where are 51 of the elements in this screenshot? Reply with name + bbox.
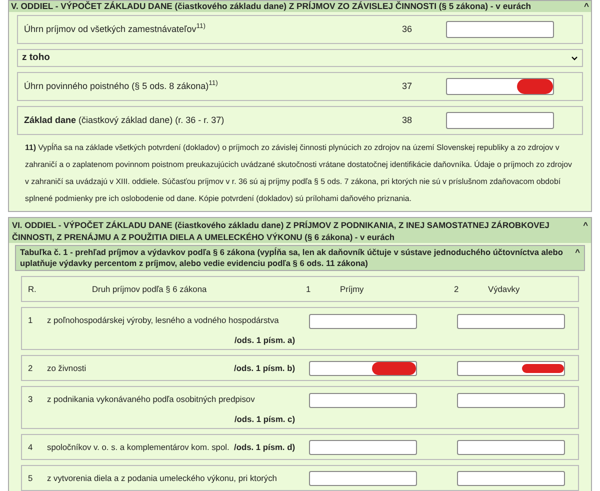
input-field[interactable]: [457, 440, 565, 454]
collapse-icon[interactable]: ^: [583, 219, 588, 231]
row-label: Základ dane (čiastkový základ dane) (r. 36 - r. 37): [24, 114, 226, 127]
collapse-icon[interactable]: ^: [584, 1, 589, 12]
row-label: z vytvorenia diela a z podania umeleckého výkonu, pri ktorých: [47, 472, 278, 484]
input-field[interactable]: [309, 314, 417, 329]
input-field[interactable]: [457, 470, 565, 486]
column-header: R.: [28, 282, 38, 296]
column-header: 2: [454, 282, 460, 296]
column-header: Výdavky: [488, 282, 520, 296]
input-field[interactable]: [457, 314, 565, 329]
chevron-icon: [571, 56, 578, 60]
subgroup-header[interactable]: z toho: [17, 49, 583, 67]
row-number: 36: [402, 22, 414, 36]
subgroup-label: z toho: [22, 50, 51, 65]
collapse-icon[interactable]: ^: [575, 247, 580, 258]
row-label: zo živnosti: [47, 362, 88, 374]
row-number: 5: [28, 472, 34, 484]
input-field[interactable]: [446, 112, 554, 129]
redaction-mark: [517, 79, 553, 94]
paragraph-reference: /ods. 1 písm. d): [234, 440, 295, 454]
row-number: 1: [28, 314, 34, 327]
input-field[interactable]: [446, 78, 554, 95]
redaction-mark: [522, 364, 564, 372]
input-field[interactable]: [446, 21, 554, 38]
row-number: 37: [402, 80, 414, 93]
table-title: Tabuľka č. 1 - prehľad príjmov a výdavkov podľa § 6 zákona (vypĺňa sa, len ak daňovník účtuje v sústave jednoduchého účtovníctva alebo uplatňuje výdavky percentom z príjmov, alebo vedie evidenciu podľa § 6 ods. 11 zákona): [20, 247, 564, 269]
row-number: 3: [28, 393, 34, 406]
column-header: 1: [306, 282, 312, 296]
input-field[interactable]: [309, 470, 417, 486]
column-header: Druh príjmov podľa § 6 zákona: [92, 282, 208, 296]
input-field[interactable]: [309, 440, 417, 454]
row-label: spoločníkov v. o. s. a komplementárov kom. spol.: [47, 440, 230, 454]
input-field[interactable]: [309, 360, 417, 376]
paragraph-reference: /ods. 1 písm. b): [234, 362, 295, 374]
row-label: z poľnohospodárskej výroby, lesného a vodného hospodárstva: [47, 314, 280, 327]
row-number: 4: [28, 440, 34, 454]
input-field[interactable]: [457, 360, 565, 376]
input-field[interactable]: [309, 393, 417, 408]
redaction-mark: [372, 362, 416, 374]
section-title: VI. ODDIEL - VÝPOČET ZÁKLADU DANE (čiastkového základu dane) Z PRÍJMOV Z PODNIKANIA, Z INEJ SAMOSTATNEJ ZÁROBKOVEJ ČINNOSTI, Z PRENÁJMU A Z POUŽITIA DIELA A UMELECKÉHO VÝKONU (§ 6 zákona) - v eurách: [12, 219, 550, 243]
row-label: Úhrn povinného poistného (§ 5 ods. 8 zákona)$^{11)}$: [24, 80, 219, 93]
input-field[interactable]: [457, 393, 565, 408]
paragraph-reference: /ods. 1 písm. c): [234, 412, 295, 426]
paragraph-reference: /ods. 1 písm. a): [234, 334, 295, 346]
section-title: V. ODDIEL - VÝPOČET ZÁKLADU DANE (čiastkového základu dane) Z PRÍJMOV ZO ZÁVISLEJ ČINNOSTI (§ 5 zákona) - v eurách: [11, 1, 532, 12]
row-number: 2: [28, 362, 34, 374]
column-header: Príjmy: [340, 282, 365, 296]
row-label: z podnikania vykonávaného podľa osobitných predpisov: [47, 393, 256, 406]
row-label: Úhrn príjmov od všetkých zamestnávateľov$^{11)}$: [24, 22, 206, 36]
row-number: 38: [402, 114, 414, 127]
